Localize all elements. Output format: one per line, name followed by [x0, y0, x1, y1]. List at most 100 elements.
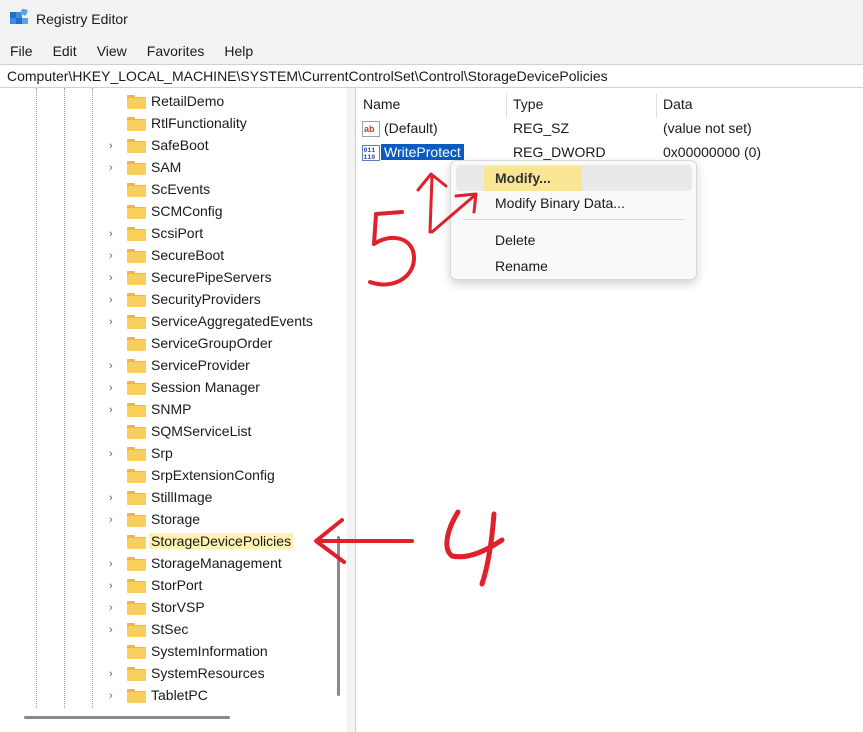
window-title: Registry Editor	[36, 11, 128, 27]
tree-item-label: Srp	[151, 445, 173, 461]
column-divider[interactable]	[506, 94, 507, 118]
tree-item[interactable]: › StorPort	[2, 575, 332, 597]
tree-item-label: StSec	[151, 621, 189, 637]
tree-item[interactable]: ScEvents	[2, 179, 332, 201]
tree-item-label: SAM	[151, 159, 182, 175]
tree-item[interactable]: RtlFunctionality	[2, 113, 332, 135]
context-menu-rename[interactable]: Rename	[456, 253, 692, 279]
folder-icon	[127, 117, 146, 131]
menu-favorites[interactable]: Favorites	[137, 38, 215, 64]
tree-item-label: SNMP	[151, 401, 192, 417]
tree-item[interactable]: › ServiceAggregatedEvents	[2, 311, 332, 333]
registry-editor-icon	[10, 9, 28, 24]
value-type: REG_DWORD	[513, 144, 606, 160]
folder-icon	[127, 689, 146, 703]
context-menu: Modify... Modify Binary Data... Delete R…	[450, 160, 697, 280]
folder-icon	[127, 403, 146, 417]
key-tree-pane[interactable]: RetailDemo RtlFunctionality › SafeBoot › SAM S…	[2, 88, 348, 732]
chevron-right-icon[interactable]: ›	[109, 382, 119, 394]
menu-help[interactable]: Help	[214, 38, 263, 64]
chevron-right-icon[interactable]: ›	[109, 162, 119, 174]
context-menu-delete[interactable]: Delete	[456, 227, 692, 253]
tree-item[interactable]: › SecurityProviders	[2, 289, 332, 311]
folder-icon	[127, 579, 146, 593]
tree-item-label: ServiceGroupOrder	[151, 335, 273, 351]
column-divider[interactable]	[656, 94, 657, 118]
chevron-right-icon[interactable]: ›	[109, 250, 119, 262]
tree-item[interactable]: › SystemResources	[2, 663, 332, 685]
chevron-right-icon[interactable]: ›	[109, 558, 119, 570]
svg-text:011: 011	[364, 147, 376, 154]
folder-icon	[127, 601, 146, 615]
address-bar[interactable]: Computer\HKEY_LOCAL_MACHINE\SYSTEM\Curre…	[0, 64, 863, 88]
tree-item[interactable]: › StSec	[2, 619, 332, 641]
chevron-right-icon[interactable]: ›	[109, 624, 119, 636]
column-header-name[interactable]: Name	[363, 96, 400, 112]
context-menu-rename-label: Rename	[495, 258, 548, 274]
tree-item[interactable]: ServiceGroupOrder	[2, 333, 332, 355]
tree-item[interactable]: › TabletPC	[2, 685, 332, 707]
tree-item[interactable]: › StorVSP	[2, 597, 332, 619]
context-menu-modify[interactable]: Modify...	[456, 165, 692, 191]
tree-item[interactable]: › SAM	[2, 157, 332, 179]
binary-value-icon: 011 110	[362, 145, 380, 161]
chevron-right-icon[interactable]: ›	[109, 690, 119, 702]
value-data: 0x00000000 (0)	[663, 144, 762, 160]
tree-item-label: StorPort	[151, 577, 203, 593]
tree-item-label: SecurePipeServers	[151, 269, 272, 285]
chevron-right-icon[interactable]: ›	[109, 448, 119, 460]
chevron-right-icon[interactable]: ›	[109, 140, 119, 152]
tree-item[interactable]: › StorageManagement	[2, 553, 332, 575]
tree-item-label: TabletPC	[151, 687, 208, 703]
folder-icon	[127, 249, 146, 263]
menu-view[interactable]: View	[87, 38, 137, 64]
folder-icon	[127, 161, 146, 175]
tree-item[interactable]: SrpExtensionConfig	[2, 465, 332, 487]
tree-item-label: StillImage	[151, 489, 213, 505]
pane-splitter[interactable]	[347, 88, 355, 732]
chevron-right-icon[interactable]: ›	[109, 272, 119, 284]
folder-icon	[127, 359, 146, 373]
vertical-scrollbar[interactable]	[337, 536, 340, 696]
chevron-right-icon[interactable]: ›	[109, 360, 119, 372]
value-row-default[interactable]: ab (Default) REG_SZ (value not set)	[356, 118, 863, 140]
tree-item[interactable]: › Storage	[2, 509, 332, 531]
chevron-right-icon[interactable]: ›	[109, 580, 119, 592]
tree-item[interactable]: › ScsiPort	[2, 223, 332, 245]
tree-item[interactable]: SystemInformation	[2, 641, 332, 663]
chevron-right-icon[interactable]: ›	[109, 294, 119, 306]
tree-item[interactable]: › SafeBoot	[2, 135, 332, 157]
tree-item-label: Session Manager	[151, 379, 260, 395]
tree-item[interactable]: › Session Manager	[2, 377, 332, 399]
tree-item-label: SecureBoot	[151, 247, 225, 263]
column-header-data[interactable]: Data	[663, 96, 693, 112]
tree-item[interactable]: › SecureBoot	[2, 245, 332, 267]
menu-file[interactable]: File	[0, 38, 43, 64]
chevron-right-icon[interactable]: ›	[109, 492, 119, 504]
column-header-type[interactable]: Type	[513, 96, 543, 112]
chevron-right-icon[interactable]: ›	[109, 228, 119, 240]
tree-item[interactable]: SQMServiceList	[2, 421, 332, 443]
tree-item-label: StorageDevicePolicies	[149, 533, 294, 549]
tree-item[interactable]: › StillImage	[2, 487, 332, 509]
folder-icon	[127, 381, 146, 395]
chevron-right-icon[interactable]: ›	[109, 514, 119, 526]
tree-item[interactable]: RetailDemo	[2, 91, 332, 113]
tree-item[interactable]: › Srp	[2, 443, 332, 465]
chevron-right-icon[interactable]: ›	[109, 316, 119, 328]
folder-icon	[127, 95, 146, 109]
folder-icon	[127, 447, 146, 461]
tree-item[interactable]: › SNMP	[2, 399, 332, 421]
horizontal-scrollbar[interactable]	[24, 716, 230, 719]
tree-item[interactable]: StorageDevicePolicies	[2, 531, 332, 553]
tree-item[interactable]: › ServiceProvider	[2, 355, 332, 377]
context-menu-modify-binary[interactable]: Modify Binary Data...	[456, 190, 692, 216]
chevron-right-icon[interactable]: ›	[109, 404, 119, 416]
chevron-right-icon[interactable]: ›	[109, 668, 119, 680]
value-name-selected: WriteProtect	[381, 144, 464, 160]
tree-item[interactable]: SCMConfig	[2, 201, 332, 223]
menu-edit[interactable]: Edit	[43, 38, 87, 64]
title-bar: Registry Editor	[0, 0, 863, 38]
chevron-right-icon[interactable]: ›	[109, 602, 119, 614]
tree-item[interactable]: › SecurePipeServers	[2, 267, 332, 289]
